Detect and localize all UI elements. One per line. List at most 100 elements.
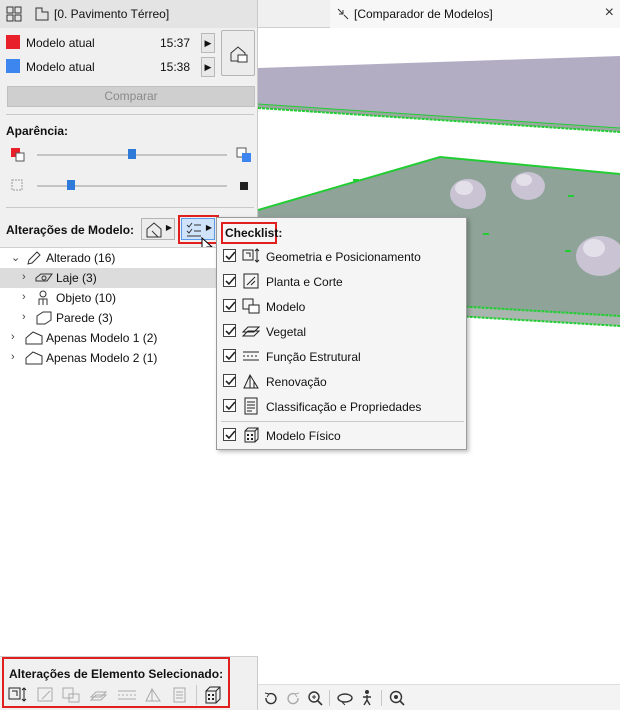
tree-item-label: Laje (3) — [56, 271, 97, 285]
collapse-arrows-icon[interactable] — [336, 7, 350, 24]
structural-icon — [242, 347, 260, 365]
model-1-menu-button[interactable]: ▶ — [201, 33, 215, 53]
checkbox[interactable] — [223, 349, 236, 362]
renovation-icon[interactable] — [143, 685, 165, 705]
blue-overlay-icon — [236, 147, 252, 166]
checklist-item-label: Função Estrutural — [266, 350, 361, 364]
vegetal-icon — [241, 322, 261, 340]
checklist-item-geometry[interactable]: Geometria e Posicionamento — [217, 244, 466, 269]
filter-button[interactable]: ▶ — [141, 218, 175, 240]
fit-view-icon[interactable] — [388, 689, 406, 707]
grid-icon[interactable] — [6, 6, 22, 25]
house-filter-icon — [145, 221, 163, 242]
checklist-item-structural[interactable]: Função Estrutural — [217, 344, 466, 369]
chevron-down-icon[interactable]: ⌄ — [11, 251, 20, 264]
checklist-popup: Checklist: Geometria e Posicionamento Pl… — [216, 217, 467, 450]
checklist-item-model[interactable]: Modelo — [217, 294, 466, 319]
checklist-item-renovation[interactable]: Renovação — [217, 369, 466, 394]
model-1-time: 15:37 — [160, 36, 191, 50]
checkbox[interactable] — [223, 374, 236, 387]
selected-element-changes-title: Alterações de Elemento Selecionado: — [9, 667, 224, 681]
tree-item-label: Objeto (10) — [56, 291, 117, 305]
divider — [196, 685, 197, 705]
model-icon — [242, 297, 260, 315]
tab-bar: [0. Pavimento Térreo] [Comparador de Mod… — [0, 0, 620, 28]
swap-models-button[interactable] — [221, 30, 255, 76]
redo-view-icon[interactable] — [284, 689, 302, 707]
chevron-right-icon[interactable]: › — [22, 291, 26, 303]
appearance-slider-2[interactable] — [37, 185, 227, 187]
tree-item-label: Apenas Modelo 1 (2) — [46, 331, 158, 345]
renovation-icon — [242, 372, 260, 390]
zoom-icon[interactable] — [306, 689, 324, 707]
model-1-label: Modelo atual — [26, 36, 95, 50]
checklist-item-label: Renovação — [266, 375, 327, 389]
red-overlay-icon — [10, 147, 26, 166]
model-row-2: Modelo atual 15:38 ▶ — [0, 52, 218, 82]
tree-item-label: Parede (3) — [56, 311, 113, 325]
checklist-item-vegetal[interactable]: Vegetal — [217, 319, 466, 344]
checklist-title: Checklist: — [221, 222, 282, 244]
tab-model-compare-label: [Comparador de Modelos] — [354, 7, 493, 21]
model-2-swatch — [6, 59, 20, 73]
chevron-right-icon[interactable]: › — [22, 311, 26, 323]
divider — [381, 690, 382, 706]
checklist-item-properties[interactable]: Classificação e Propriedades — [217, 394, 466, 419]
checkbox[interactable] — [223, 274, 236, 287]
checklist-item-label: Modelo — [266, 300, 306, 314]
divider — [6, 114, 254, 115]
viewport-toolbar — [258, 684, 620, 710]
chevron-right-icon[interactable]: › — [22, 271, 26, 283]
checklist-item-label: Vegetal — [266, 325, 307, 339]
checkbox[interactable] — [223, 249, 236, 262]
physical-model-icon — [242, 426, 260, 444]
checkbox[interactable] — [223, 399, 236, 412]
checkbox[interactable] — [223, 324, 236, 337]
physical-model-icon[interactable] — [202, 685, 224, 705]
plan-section-icon[interactable] — [35, 685, 57, 705]
tree-item-label: Apenas Modelo 2 (1) — [46, 351, 158, 365]
checkbox[interactable] — [223, 428, 236, 441]
checklist-item-physical-model[interactable]: Modelo Físico — [217, 423, 466, 448]
vegetal-icon[interactable] — [88, 685, 110, 705]
geometry-icon[interactable] — [7, 685, 29, 705]
pencil-icon — [26, 250, 42, 269]
checkbox[interactable] — [223, 299, 236, 312]
divider — [6, 207, 254, 208]
chevron-right-icon[interactable]: › — [11, 331, 15, 343]
model-icon[interactable] — [61, 685, 83, 705]
checklist-item-label: Geometria e Posicionamento — [266, 250, 421, 264]
chevron-right-icon[interactable]: › — [11, 351, 15, 363]
appearance-slider-1-thumb[interactable] — [128, 149, 136, 159]
properties-icon[interactable] — [169, 685, 191, 705]
model-2-menu-button[interactable]: ▶ — [201, 57, 215, 77]
properties-icon — [242, 397, 260, 415]
solid-icon — [238, 180, 250, 195]
model-1-swatch — [6, 35, 20, 49]
slab-icon — [35, 270, 53, 289]
walk-icon[interactable] — [358, 689, 376, 707]
checklist-item-plan-section[interactable]: Planta e Corte — [217, 269, 466, 294]
appearance-slider-2-thumb[interactable] — [67, 180, 75, 190]
close-tab-button[interactable]: × — [605, 4, 614, 22]
wall-icon — [35, 310, 53, 329]
house-swap-icon — [229, 45, 249, 66]
orbit-icon[interactable] — [336, 689, 354, 707]
undo-view-icon[interactable] — [262, 689, 280, 707]
structural-icon[interactable] — [116, 685, 138, 705]
selected-element-changes-box: Alterações de Elemento Selecionado: — [2, 657, 230, 708]
checklist-item-label: Modelo Físico — [266, 429, 341, 443]
model-2-label: Modelo atual — [26, 60, 95, 74]
compare-button[interactable]: Comparar — [7, 86, 255, 107]
geometry-icon — [242, 247, 260, 265]
checklist-item-label: Planta e Corte — [266, 275, 343, 289]
model-2-time: 15:38 — [160, 60, 191, 74]
arrow-right-icon: ▶ — [165, 223, 172, 232]
tree-item-label: Alterado (16) — [46, 251, 116, 265]
divider — [221, 421, 464, 422]
divider — [329, 690, 330, 706]
tab-model-compare[interactable]: [Comparador de Modelos] × — [330, 0, 620, 28]
transparent-icon — [10, 178, 24, 195]
appearance-title: Aparência: — [6, 124, 69, 138]
tab-floor-plan[interactable]: [0. Pavimento Térreo] — [0, 0, 258, 28]
